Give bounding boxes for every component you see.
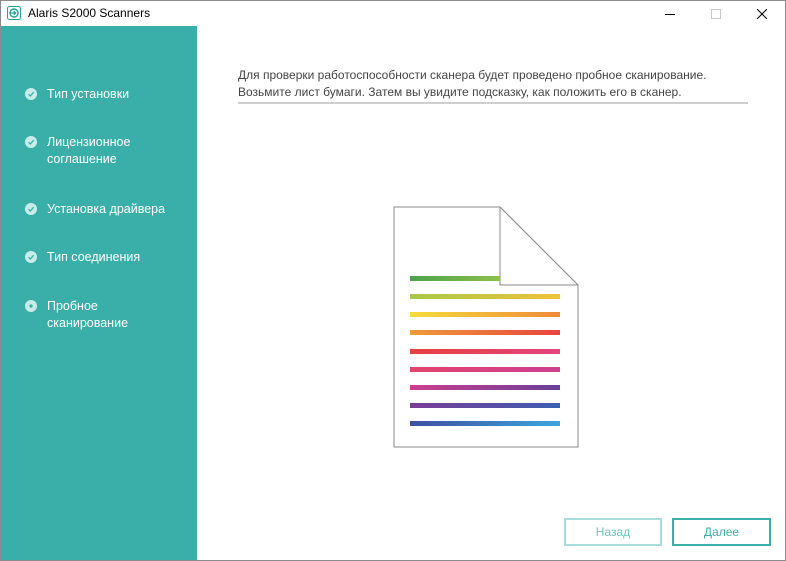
- check-icon: [25, 251, 37, 263]
- instruction-text: Для проверки работоспособности сканера б…: [238, 68, 707, 99]
- step-license: Лицензионное соглашение: [25, 134, 167, 168]
- maximize-button[interactable]: [693, 1, 739, 26]
- step-install-type: Тип установки: [25, 86, 167, 103]
- close-button[interactable]: [739, 1, 785, 26]
- step-label: Пробное сканирование: [47, 299, 129, 330]
- steps-sidebar: Тип установки Лицензионное соглашение Ус…: [1, 26, 197, 560]
- check-icon: [25, 136, 37, 148]
- check-icon: [25, 203, 37, 215]
- step-label: Тип установки: [47, 87, 130, 101]
- step-label: Тип соединения: [47, 250, 141, 264]
- step-connection-type: Тип соединения: [25, 249, 167, 266]
- maximize-icon: [711, 8, 721, 19]
- step-test-scan: Пробное сканирование: [25, 298, 167, 332]
- step-label: Лицензионное соглашение: [47, 135, 131, 166]
- close-icon: [757, 8, 767, 19]
- main-panel: Для проверки работоспособности сканера б…: [197, 26, 785, 560]
- title-bar[interactable]: Alaris S2000 Scanners: [1, 1, 785, 26]
- back-button[interactable]: Назад: [564, 518, 662, 546]
- document-page-icon: [393, 206, 579, 448]
- check-icon: [25, 88, 37, 100]
- divider: [238, 102, 748, 104]
- scanner-app-icon: [7, 6, 21, 20]
- minimize-button[interactable]: [647, 1, 693, 26]
- step-driver-install: Установка драйвера: [25, 201, 167, 218]
- minimize-icon: [665, 13, 675, 15]
- next-button[interactable]: Далее: [672, 518, 771, 546]
- step-label: Установка драйвера: [47, 202, 166, 216]
- dot-icon: [25, 300, 37, 312]
- window-title: Alaris S2000 Scanners: [28, 6, 151, 20]
- installer-window: Alaris S2000 Scanners Тип установки Лице…: [0, 0, 786, 561]
